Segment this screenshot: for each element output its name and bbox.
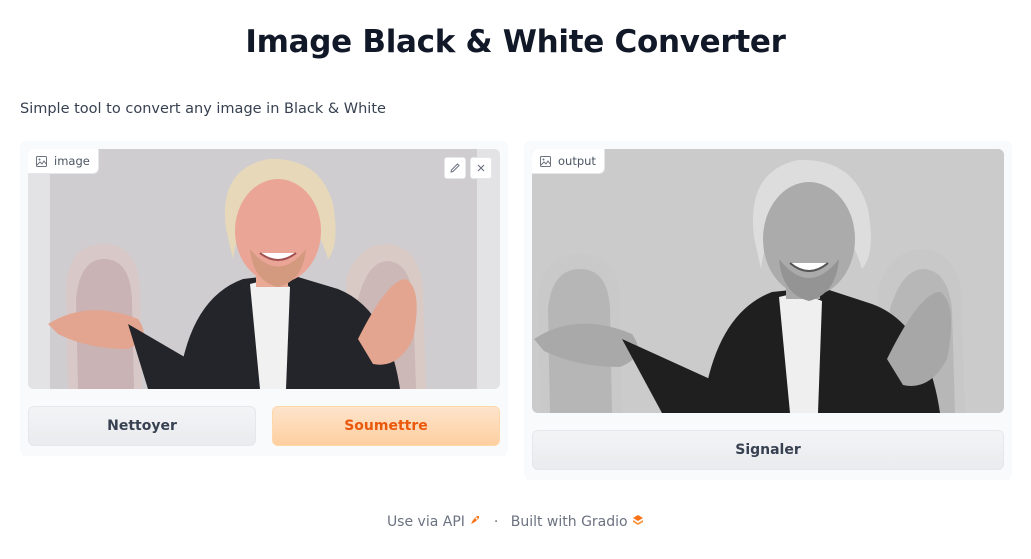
output-label-text: output: [558, 154, 596, 168]
input-image: [28, 149, 500, 389]
input-image-box[interactable]: image: [28, 149, 500, 389]
page-description: Simple tool to convert any image in Blac…: [20, 101, 386, 117]
page-title: Image Black & White Converter: [245, 24, 786, 60]
clear-button[interactable]: Nettoyer: [28, 406, 256, 446]
output-image: [532, 149, 1004, 413]
close-icon[interactable]: [470, 157, 492, 179]
submit-button[interactable]: Soumettre: [272, 406, 500, 446]
use-api-link[interactable]: Use via API: [387, 514, 465, 530]
footer-separator: ·: [493, 514, 499, 530]
flag-button[interactable]: Signaler: [532, 430, 1004, 470]
edit-icon[interactable]: [444, 157, 466, 179]
rocket-icon: [469, 514, 485, 530]
input-image-actions: [444, 157, 492, 179]
input-image-label: image: [28, 149, 99, 174]
input-label-text: image: [54, 154, 90, 168]
built-with-gradio-link[interactable]: Built with Gradio: [511, 514, 628, 530]
image-icon: [36, 155, 47, 167]
image-icon: [540, 155, 551, 167]
footer: Use via API · Built with Gradio: [0, 514, 1031, 530]
output-panel: output Signaler: [524, 141, 1012, 480]
gradio-logo-icon: [632, 514, 644, 530]
output-image-label: output: [532, 149, 605, 174]
output-image-box: output: [532, 149, 1004, 413]
input-panel: image Nettoyer Soumettre: [20, 141, 508, 456]
